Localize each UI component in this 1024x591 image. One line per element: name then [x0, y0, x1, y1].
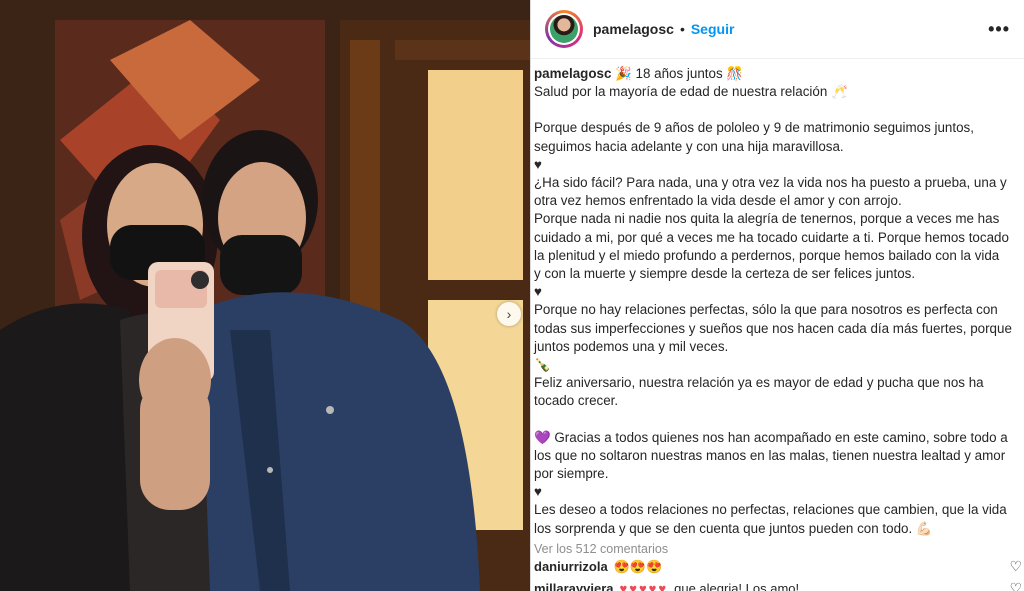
follow-button[interactable]: Seguir	[691, 21, 735, 37]
caption-sep3: 🍾	[534, 357, 551, 373]
avatar-image	[550, 15, 578, 43]
post-header: pamelagosc • Seguir •••	[531, 0, 1024, 59]
comment-hearts: ♥♥♥♥♥	[619, 581, 669, 591]
caption-username[interactable]: pamelagosc	[534, 66, 611, 81]
heart-outline-icon[interactable]: ♡	[1009, 580, 1022, 591]
avatar[interactable]	[545, 10, 583, 48]
comment-row: millarayviera ♥♥♥♥♥ que alegria! Los amo…	[531, 578, 1024, 591]
caption-line2: Salud por la mayoría de edad de nuestra …	[534, 84, 848, 100]
selfie-photo-illustration	[0, 0, 530, 591]
caption-sep4: ♥	[534, 484, 542, 500]
comment-username[interactable]: daniurrizola	[534, 559, 608, 574]
view-comments-link[interactable]: Ver los 512 comentarios	[531, 542, 1024, 556]
caption-para4: Feliz aniversario, nuestra relación ya e…	[534, 375, 984, 409]
caption-para5: 💜 Gracias a todos quienes nos han acompa…	[534, 429, 1008, 482]
caption-sep1: ♥	[534, 156, 542, 172]
post-sidebar: pamelagosc • Seguir ••• pamelagosc 🎉 18 …	[530, 0, 1024, 591]
caption-para3: Porque no hay relaciones perfectas, sólo…	[534, 302, 1012, 354]
instagram-post: › pamelagosc • Seguir ••• pamelagosc 🎉 1…	[0, 0, 1024, 591]
comment-username[interactable]: millarayviera	[534, 581, 614, 591]
comment-row: daniurrizola 😍😍😍 ♡	[531, 556, 1024, 578]
more-options-icon[interactable]: •••	[988, 19, 1010, 40]
post-caption: pamelagosc 🎉 18 años juntos 🎊 Salud por …	[531, 59, 1024, 538]
comment-text: 😍😍😍	[613, 558, 663, 574]
caption-line1: pamelagosc 🎉 18 años juntos 🎊	[534, 65, 1012, 83]
header-separator: •	[679, 21, 685, 37]
avatar-inner	[548, 13, 580, 45]
next-photo-button[interactable]: ›	[497, 302, 521, 326]
header-username[interactable]: pamelagosc	[593, 21, 674, 37]
caption-para2: ¿Ha sido fácil? Para nada, una y otra ve…	[534, 175, 1009, 282]
post-photo[interactable]: ›	[0, 0, 530, 591]
caption-sep2: ♥	[534, 284, 542, 300]
heart-outline-icon[interactable]: ♡	[1009, 558, 1022, 575]
caption-para1: Porque después de 9 años de pololeo y 9 …	[534, 120, 974, 154]
caption-title: 🎉 18 años juntos 🎊	[615, 66, 744, 81]
comment-text: que alegria! Los amo!	[674, 581, 800, 591]
chevron-right-icon: ›	[506, 306, 512, 322]
caption-para6: Les deseo a todos relaciones no perfecta…	[534, 502, 1007, 536]
